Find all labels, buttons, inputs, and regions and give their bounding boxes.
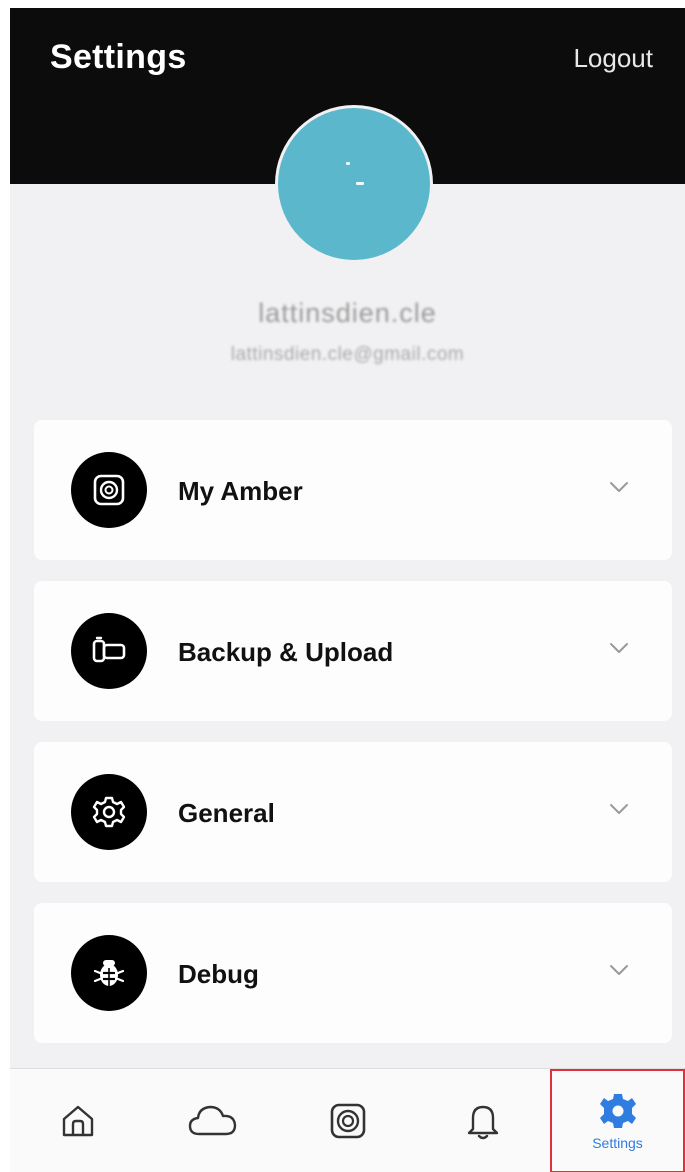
cloud-icon bbox=[188, 1105, 236, 1136]
tab-settings-label: Settings bbox=[592, 1135, 643, 1151]
logout-button[interactable]: Logout bbox=[573, 43, 653, 74]
gear-icon bbox=[599, 1094, 636, 1128]
tab-notifications[interactable] bbox=[415, 1069, 550, 1172]
bug-icon bbox=[71, 935, 147, 1011]
page-title: Settings bbox=[50, 38, 187, 76]
menu-item-label: My Amber bbox=[178, 476, 303, 506]
menu-item-general[interactable]: General bbox=[34, 742, 672, 882]
tab-cloud[interactable] bbox=[145, 1069, 280, 1172]
tab-device[interactable] bbox=[280, 1069, 415, 1172]
backup-icon bbox=[71, 613, 147, 689]
amber-device-icon bbox=[330, 1103, 365, 1139]
bottom-tab-bar: Settings bbox=[10, 1068, 685, 1172]
menu-item-debug[interactable]: Debug bbox=[34, 903, 672, 1043]
settings-screen: Settings Logout lattinsdien.cle lattinsd… bbox=[10, 8, 685, 1172]
gear-icon bbox=[71, 774, 147, 850]
chevron-down-icon[interactable] bbox=[608, 963, 630, 977]
menu-item-backup-upload[interactable]: Backup & Upload bbox=[34, 581, 672, 721]
profile-name: lattinsdien.cle bbox=[258, 298, 437, 328]
menu-item-my-amber[interactable]: My Amber bbox=[34, 420, 672, 560]
chevron-down-icon[interactable] bbox=[608, 802, 630, 816]
chevron-down-icon[interactable] bbox=[608, 641, 630, 655]
menu-item-label: Debug bbox=[178, 959, 259, 989]
menu-item-label: General bbox=[178, 798, 275, 828]
tab-settings[interactable]: Settings bbox=[550, 1069, 685, 1172]
chevron-down-icon[interactable] bbox=[608, 480, 630, 494]
amber-device-icon bbox=[71, 452, 147, 528]
bell-icon bbox=[467, 1105, 498, 1140]
avatar[interactable] bbox=[278, 108, 430, 260]
tab-home[interactable] bbox=[10, 1069, 145, 1172]
profile-email: lattinsdien.cle@gmail.com bbox=[230, 344, 465, 365]
home-icon bbox=[62, 1105, 93, 1137]
menu-item-label: Backup & Upload bbox=[178, 637, 394, 667]
